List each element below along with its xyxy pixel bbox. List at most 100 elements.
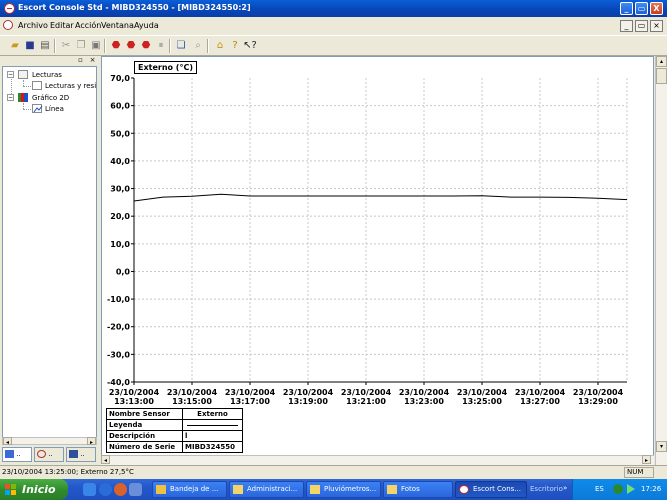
mdi-close-button[interactable]: ×: [650, 20, 663, 32]
menu-archivo[interactable]: Archivo: [18, 21, 48, 30]
play-icon[interactable]: [627, 484, 635, 494]
task-escort-console[interactable]: Escort Cons...: [455, 481, 527, 498]
scroll-up-icon[interactable]: ▴: [656, 56, 667, 67]
tree-node-lecturas-resumen[interactable]: Lecturas y resi: [45, 82, 96, 90]
mdi-minimize-button[interactable]: _: [620, 20, 633, 32]
toolbar: ▰ ■ ▤ ✂ ❐ ▣ ⬣ ⬣ ⬣ ⏸ ❏ ⌕ ⌂ ? ↖?: [0, 35, 667, 56]
readings-folder-icon: [18, 70, 28, 79]
tab-tree-view[interactable]: ..: [2, 447, 32, 462]
media-player-icon[interactable]: [114, 483, 127, 496]
clock: 17:26: [641, 485, 662, 493]
tree-horizontal-scrollbar[interactable]: ◂ ▸: [2, 437, 97, 446]
tree-node-lecturas[interactable]: Lecturas: [32, 71, 62, 79]
legend-value: l: [182, 430, 243, 442]
home-icon[interactable]: ⌂: [213, 39, 227, 53]
context-help-icon[interactable]: ↖?: [243, 39, 257, 53]
menu-ayuda[interactable]: Ayuda: [134, 21, 159, 30]
toolbar-chevron-icon[interactable]: »: [563, 484, 567, 492]
y-tick-label: 50,0: [110, 129, 130, 138]
pin-icon[interactable]: ▫: [76, 56, 85, 65]
x-tick-time: 13:13:00: [114, 397, 154, 406]
zoom-icon[interactable]: ⌕: [191, 39, 205, 53]
network-icon[interactable]: [613, 484, 623, 494]
show-desktop-icon[interactable]: [129, 483, 142, 496]
folder-icon: [233, 485, 243, 494]
help-icon[interactable]: ?: [228, 39, 242, 53]
cut-icon[interactable]: ✂: [59, 39, 73, 53]
print-icon[interactable]: ▤: [38, 39, 52, 53]
close-button[interactable]: X: [650, 2, 663, 15]
x-axis-ticks: 23/10/200413:13:0023/10/200413:15:0023/1…: [109, 388, 624, 406]
tab-logger[interactable]: ..: [34, 447, 64, 462]
toolbar-separator: [104, 39, 106, 53]
logger-tab-icon: [37, 450, 46, 458]
paste-icon[interactable]: ▣: [89, 39, 103, 53]
legend-value: MIBD324550: [182, 441, 243, 453]
tab-computer[interactable]: ..: [66, 447, 96, 462]
task-pluviometros[interactable]: Pluviómetros...: [306, 481, 381, 498]
window-icon[interactable]: ❏: [174, 39, 188, 53]
pause-icon[interactable]: ⏸: [154, 39, 168, 53]
x-tick-time: 13:17:00: [230, 397, 270, 406]
taskbar: Inicio Bandeja de ... Administraci... Pl…: [0, 479, 667, 500]
menu-editar[interactable]: Editar: [50, 21, 74, 30]
logger-setup-icon[interactable]: ⬣: [124, 39, 138, 53]
tree-view[interactable]: − Lecturas Lecturas y resi − Gráfico 2D …: [2, 66, 97, 438]
app-icon[interactable]: [4, 3, 15, 14]
table-row: Número de Serie MIBD324550: [106, 441, 243, 453]
x-tick-date: 23/10/2004: [167, 388, 218, 397]
minimize-button[interactable]: _: [620, 2, 633, 15]
menu-ventana[interactable]: Ventana: [101, 21, 134, 30]
toolbar-separator: [169, 39, 171, 53]
windows-logo-icon: [5, 484, 16, 495]
line-chart: 70,0 60,0 50,0 40,0 30,0 20,0 10,0 0,0 -10,0 -20,…: [107, 74, 628, 406]
task-administracion[interactable]: Administraci...: [229, 481, 304, 498]
escort-app-icon: [459, 485, 469, 494]
y-tick-label: -40,0: [107, 378, 130, 387]
chart-horizontal-scrollbar[interactable]: ◂ ▸: [101, 455, 654, 465]
internet-explorer-icon[interactable]: [99, 483, 112, 496]
x-tick-date: 23/10/2004: [225, 388, 276, 397]
y-tick-label: 40,0: [110, 157, 130, 166]
panel-close-icon[interactable]: ×: [88, 56, 97, 65]
scroll-down-icon[interactable]: ▾: [656, 441, 667, 452]
expand-toggle[interactable]: −: [7, 71, 14, 78]
tree-node-grafico-2d[interactable]: Gráfico 2D: [32, 94, 69, 102]
y-tick-label: 10,0: [110, 240, 130, 249]
table-row: Descripción l: [106, 430, 243, 442]
scroll-thumb[interactable]: [656, 68, 667, 84]
desktop-toolbar-label[interactable]: Escritorio: [530, 485, 563, 493]
save-icon[interactable]: ■: [23, 39, 37, 53]
scroll-right-icon[interactable]: ▸: [642, 455, 651, 464]
sensor-legend-table: Nombre Sensor Externo Leyenda Descripció…: [106, 408, 243, 453]
menu-accion[interactable]: Acción: [75, 21, 101, 30]
tree-node-linea[interactable]: Línea: [45, 105, 64, 113]
logger-stop-icon[interactable]: ⬣: [139, 39, 153, 53]
copy-icon[interactable]: ❐: [74, 39, 88, 53]
scroll-left-icon[interactable]: ◂: [101, 455, 110, 464]
explorer-icon[interactable]: [83, 483, 96, 496]
language-indicator[interactable]: ES: [595, 485, 604, 493]
x-tick-date: 23/10/2004: [341, 388, 392, 397]
y-tick-label: 0,0: [116, 267, 131, 276]
panel-header: ▫ ×: [2, 56, 97, 65]
menu-bar: Archivo Editar Acción Ventana Ayuda _ ▭ …: [0, 17, 667, 34]
logger-read-icon[interactable]: ⬣: [109, 39, 123, 53]
start-label: Inicio: [22, 483, 56, 496]
start-button[interactable]: Inicio: [0, 479, 68, 500]
scroll-left-icon[interactable]: ◂: [3, 437, 12, 446]
scroll-right-icon[interactable]: ▸: [87, 437, 96, 446]
task-fotos[interactable]: Fotos: [383, 481, 453, 498]
mail-icon: [156, 485, 166, 494]
task-bandeja[interactable]: Bandeja de ...: [152, 481, 227, 498]
folder-icon: [310, 485, 320, 494]
num-lock-indicator: NUM: [624, 467, 654, 478]
maximize-button[interactable]: ▭: [635, 2, 648, 15]
chart-vertical-scrollbar[interactable]: ▴ ▾: [655, 56, 667, 465]
expand-toggle[interactable]: −: [7, 94, 14, 101]
document-icon[interactable]: [3, 20, 13, 30]
mdi-restore-button[interactable]: ▭: [635, 20, 648, 32]
readings-table-icon: [32, 81, 42, 90]
x-tick-time: 13:27:00: [520, 397, 560, 406]
open-folder-icon[interactable]: ▰: [8, 39, 22, 53]
